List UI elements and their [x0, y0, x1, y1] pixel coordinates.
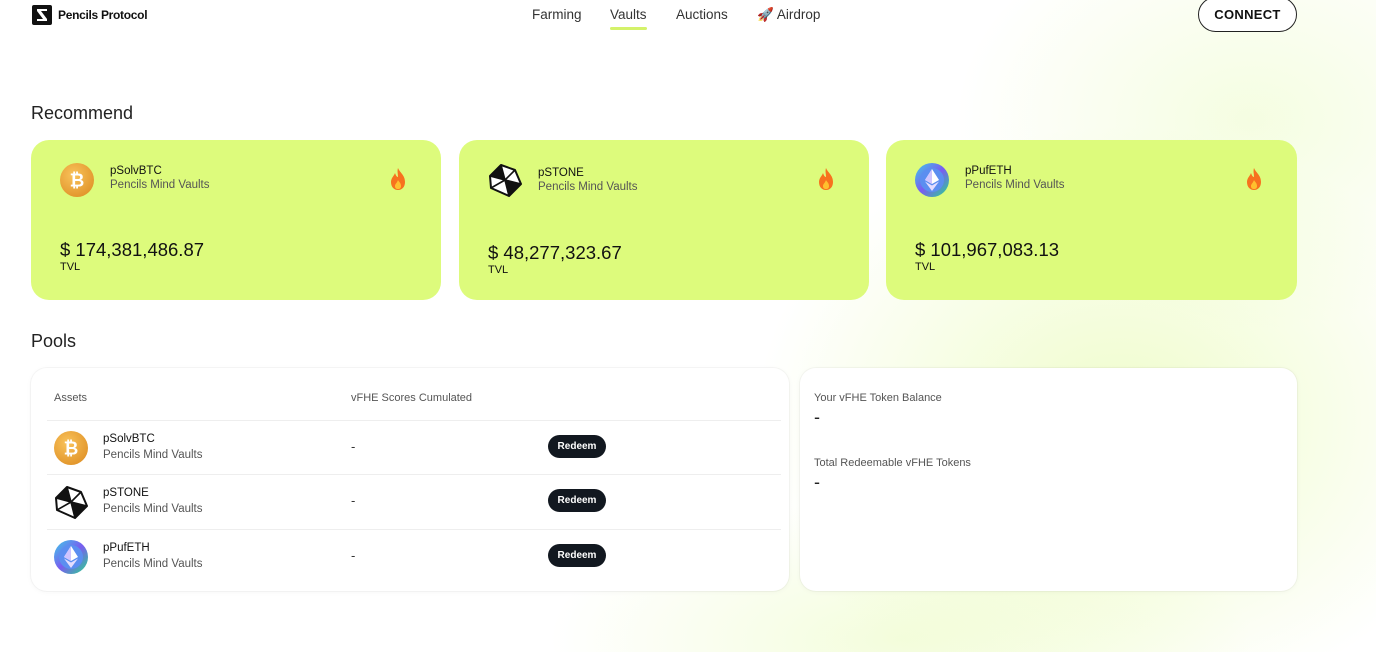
pufeth-icon [915, 163, 949, 197]
fire-icon [391, 168, 405, 190]
card-tvl-value: $ 48,277,323.67 [488, 242, 622, 263]
token-balance-value: - [814, 407, 820, 427]
redeem-button[interactable]: Redeem [548, 544, 606, 567]
fire-icon [819, 168, 833, 190]
table-row: pSTONE Pencils Mind Vaults - Redeem [47, 474, 781, 528]
pufeth-icon [54, 540, 88, 574]
svg-text:₿: ₿ [70, 171, 85, 192]
brand-name: Pencils Protocol [58, 8, 148, 22]
row-token-name: pPufETH [103, 542, 150, 554]
redeemable-tokens-value: - [814, 472, 820, 492]
card-token-name: pPufETH [965, 165, 1012, 177]
card-token-subtitle: Pencils Mind Vaults [965, 179, 1065, 191]
stone-icon [489, 164, 522, 197]
card-tvl-label: TVL [488, 264, 509, 276]
row-score: - [351, 548, 356, 563]
redeemable-tokens-label: Total Redeemable vFHE Tokens [814, 457, 971, 469]
nav-farming[interactable]: Farming [532, 7, 582, 22]
bitcoin-icon: ₿ [60, 163, 94, 197]
card-tvl-value: $ 101,967,083.13 [915, 239, 1060, 260]
card-tvl-label: TVL [60, 261, 81, 273]
nav-airdrop[interactable]: 🚀 Airdrop [757, 7, 820, 23]
row-token-subtitle: Pencils Mind Vaults [103, 558, 203, 570]
nav-auctions[interactable]: Auctions [676, 7, 728, 22]
token-balance-label: Your vFHE Token Balance [814, 392, 942, 404]
card-tvl-label: TVL [915, 261, 936, 273]
pools-title: Pools [31, 331, 77, 351]
vault-card-psolvbtc[interactable]: ₿ pSolvBTC Pencils Mind Vaults $ 174,381… [31, 140, 441, 300]
vault-card-pstone[interactable]: pSTONE Pencils Mind Vaults $ 48,277,323.… [459, 140, 869, 300]
recommend-title: Recommend [31, 103, 134, 123]
vault-card-ppufeth[interactable]: pPufETH Pencils Mind Vaults $ 101,967,08… [886, 140, 1297, 300]
nav-vaults[interactable]: Vaults [610, 7, 647, 30]
brand-logo[interactable]: Pencils Protocol [32, 5, 148, 25]
card-token-name: pSTONE [538, 167, 584, 179]
stone-icon [55, 486, 88, 519]
column-header-scores: vFHE Scores Cumulated [351, 392, 473, 404]
redeem-button[interactable]: Redeem [548, 489, 606, 512]
header: Pencils Protocol Farming Vaults Auctions… [0, 0, 1376, 32]
row-score: - [351, 493, 356, 508]
fire-icon [1247, 168, 1261, 190]
table-row: ₿ pSolvBTC Pencils Mind Vaults - Redeem [47, 420, 781, 474]
row-token-name: pSolvBTC [103, 433, 155, 445]
connect-button[interactable]: CONNECT [1198, 0, 1297, 32]
table-row: pPufETH Pencils Mind Vaults - Redeem [47, 529, 781, 583]
row-score: - [351, 439, 356, 454]
card-tvl-value: $ 174,381,486.87 [60, 239, 205, 260]
row-token-subtitle: Pencils Mind Vaults [103, 503, 203, 515]
column-header-assets: Assets [54, 392, 88, 404]
bitcoin-icon: ₿ [54, 431, 88, 465]
pencils-logo-icon [32, 5, 52, 25]
card-token-name: pSolvBTC [110, 165, 162, 177]
card-token-subtitle: Pencils Mind Vaults [538, 181, 638, 193]
row-token-name: pSTONE [103, 487, 149, 499]
vfhe-balance-panel: Your vFHE Token Balance - Total Redeemab… [800, 368, 1297, 591]
redeem-button[interactable]: Redeem [548, 435, 606, 458]
svg-text:₿: ₿ [64, 439, 79, 460]
card-token-subtitle: Pencils Mind Vaults [110, 179, 210, 191]
row-token-subtitle: Pencils Mind Vaults [103, 449, 203, 461]
pools-table: Assets vFHE Scores Cumulated ₿ pSolvBTC … [31, 368, 789, 591]
